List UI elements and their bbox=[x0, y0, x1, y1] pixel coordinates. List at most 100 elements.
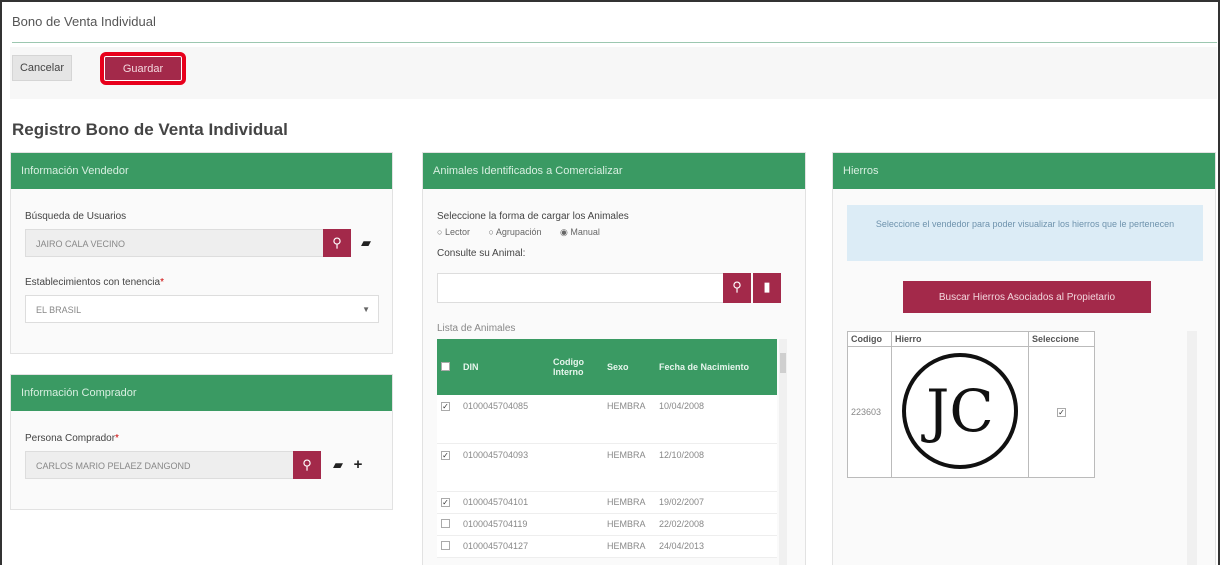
col-seleccione: Seleccione bbox=[1028, 331, 1095, 347]
col-fecha-nacimiento[interactable]: Fecha de Nacimiento bbox=[655, 339, 777, 395]
table-row[interactable]: 0100045704119 HEMBRA 22/02/2008 bbox=[437, 513, 777, 536]
cell-codigo bbox=[549, 395, 603, 444]
cell-fecha: 19/02/2007 bbox=[655, 491, 777, 514]
cell-codigo bbox=[549, 535, 603, 558]
buscar-hierros-button[interactable]: Buscar Hierros Asociados al Propietario bbox=[903, 281, 1151, 313]
cell-fecha: 10/04/2008 bbox=[655, 395, 777, 444]
plus-icon: + bbox=[353, 456, 363, 473]
checkbox-icon bbox=[441, 361, 450, 371]
establecimientos-label: Establecimientos con tenencia* bbox=[25, 277, 164, 288]
checkbox-checked-icon: ✓ bbox=[441, 450, 450, 460]
folder-icon: ▮ bbox=[763, 279, 771, 294]
hierros-panel: Hierros Seleccione el vendedor para pode… bbox=[832, 152, 1216, 565]
search-users-input[interactable]: JAIRO CALA VECINO bbox=[25, 229, 325, 257]
row-checkbox[interactable]: ✓ bbox=[437, 443, 459, 492]
eraser-icon: ▰ bbox=[333, 457, 343, 472]
clear-vendedor-button[interactable]: ▰ bbox=[357, 229, 375, 257]
select-all-checkbox[interactable] bbox=[437, 339, 459, 395]
checkbox-unchecked-icon bbox=[441, 518, 450, 528]
table-row[interactable]: 223603 JC ✓ bbox=[847, 346, 1095, 478]
radio-agrupacion[interactable]: ○ Agrupación bbox=[488, 227, 549, 237]
required-marker: * bbox=[115, 433, 119, 444]
search-icon: ⚲ bbox=[332, 235, 342, 250]
cell-din: 0100045704101 bbox=[459, 491, 549, 514]
vendedor-panel: Información Vendedor Búsqueda de Usuario… bbox=[10, 152, 393, 354]
col-sexo[interactable]: Sexo bbox=[603, 339, 655, 395]
hierros-scrollbar[interactable] bbox=[1187, 331, 1197, 565]
hierros-table: Codigo Hierro Seleccione 223603 JC ✓ bbox=[847, 331, 1095, 478]
animales-panel: Animales Identificados a Comercializar S… bbox=[422, 152, 806, 565]
list-animals-label: Lista de Animales bbox=[437, 323, 516, 334]
col-hierro: Hierro bbox=[891, 331, 1029, 347]
establecimientos-label-text: Establecimientos con tenencia bbox=[25, 277, 161, 288]
radio-manual[interactable]: ◉ Manual bbox=[560, 227, 608, 237]
consulte-label: Consulte su Animal: bbox=[437, 248, 526, 259]
clear-comprador-button[interactable]: ▰ bbox=[329, 451, 347, 479]
search-comprador-button[interactable]: ⚲ bbox=[293, 451, 321, 479]
col-codigo-interno[interactable]: Codigo Interno bbox=[549, 339, 603, 395]
cell-sexo: HEMBRA bbox=[603, 395, 655, 444]
save-button[interactable]: Guardar bbox=[100, 52, 186, 85]
search-users-button[interactable]: ⚲ bbox=[323, 229, 351, 257]
consulte-search-button[interactable]: ⚲ bbox=[723, 273, 751, 303]
cell-sexo: HEMBRA bbox=[603, 443, 655, 492]
persona-comprador-label-text: Persona Comprador bbox=[25, 433, 116, 444]
table-row[interactable]: ✓ 0100045704085 HEMBRA 10/04/2008 bbox=[437, 395, 777, 444]
hierros-panel-header: Hierros bbox=[833, 153, 1215, 189]
comprador-panel-header: Información Comprador bbox=[11, 375, 392, 411]
establecimientos-value: EL BRASIL bbox=[36, 305, 82, 315]
persona-comprador-input[interactable]: CARLOS MARIO PELAEZ DANGOND bbox=[25, 451, 295, 479]
radio-agrupacion-label: Agrupación bbox=[495, 227, 542, 237]
caret-down-icon: ▼ bbox=[362, 305, 370, 314]
table-row[interactable]: ✓ 0100045704093 HEMBRA 12/10/2008 bbox=[437, 443, 777, 492]
animals-table-header-row: DIN Codigo Interno Sexo Fecha de Nacimie… bbox=[437, 339, 777, 395]
table-row[interactable]: 0100045704127 HEMBRA 24/04/2013 bbox=[437, 535, 777, 558]
consulte-input[interactable] bbox=[437, 273, 727, 303]
brand-mark-text: JC bbox=[921, 377, 994, 445]
consulte-folder-button[interactable]: ▮ bbox=[753, 273, 781, 303]
hierros-table-header-row: Codigo Hierro Seleccione bbox=[847, 331, 1095, 347]
checkbox-checked-icon: ✓ bbox=[1057, 408, 1066, 417]
animals-scrollbar-thumb[interactable] bbox=[780, 353, 786, 373]
cell-fecha: 22/02/2008 bbox=[655, 513, 777, 536]
eraser-icon: ▰ bbox=[361, 235, 371, 250]
hierros-info-alert: Seleccione el vendedor para poder visual… bbox=[847, 205, 1203, 261]
cell-din: 0100045704119 bbox=[459, 513, 549, 536]
required-marker: * bbox=[160, 277, 164, 288]
row-checkbox[interactable]: ✓ bbox=[437, 395, 459, 444]
search-icon: ⚲ bbox=[302, 457, 312, 472]
establecimientos-select[interactable]: EL BRASIL ▼ bbox=[25, 295, 379, 323]
search-icon: ⚲ bbox=[732, 279, 742, 294]
row-checkbox[interactable] bbox=[437, 513, 459, 536]
load-method-radios: ○ Lector ○ Agrupación ◉ Manual bbox=[437, 227, 616, 238]
page-title: Bono de Venta Individual bbox=[12, 14, 156, 29]
checkbox-checked-icon: ✓ bbox=[441, 498, 450, 507]
add-comprador-button[interactable]: + bbox=[349, 451, 367, 479]
cell-seleccione[interactable]: ✓ bbox=[1028, 346, 1095, 478]
cell-sexo: HEMBRA bbox=[603, 535, 655, 558]
vendedor-panel-header: Información Vendedor bbox=[11, 153, 392, 189]
cancel-button[interactable]: Cancelar bbox=[12, 55, 72, 81]
cell-din: 0100045704127 bbox=[459, 535, 549, 558]
cell-din: 0100045704085 bbox=[459, 395, 549, 444]
brand-mark-image: JC bbox=[902, 353, 1018, 469]
cell-codigo bbox=[549, 443, 603, 492]
cell-codigo bbox=[549, 513, 603, 536]
col-codigo: Codigo bbox=[847, 331, 892, 347]
cell-sexo: HEMBRA bbox=[603, 491, 655, 514]
cell-fecha: 24/04/2013 bbox=[655, 535, 777, 558]
cell-fecha: 12/10/2008 bbox=[655, 443, 777, 492]
radio-lector[interactable]: ○ Lector bbox=[437, 227, 478, 237]
animals-table: DIN Codigo Interno Sexo Fecha de Nacimie… bbox=[437, 339, 777, 558]
animals-scrollbar[interactable] bbox=[779, 339, 787, 565]
table-row[interactable]: ✓ 0100045704101 HEMBRA 19/02/2007 bbox=[437, 491, 777, 514]
toolbar: Cancelar Guardar bbox=[10, 47, 1217, 99]
cell-din: 0100045704093 bbox=[459, 443, 549, 492]
row-checkbox[interactable] bbox=[437, 535, 459, 558]
row-checkbox[interactable]: ✓ bbox=[437, 491, 459, 514]
title-divider bbox=[12, 42, 1217, 43]
col-din[interactable]: DIN bbox=[459, 339, 549, 395]
cell-codigo bbox=[549, 491, 603, 514]
radio-manual-label: Manual bbox=[570, 227, 600, 237]
app-window: Bono de Venta Individual Cancelar Guarda… bbox=[0, 0, 1220, 565]
